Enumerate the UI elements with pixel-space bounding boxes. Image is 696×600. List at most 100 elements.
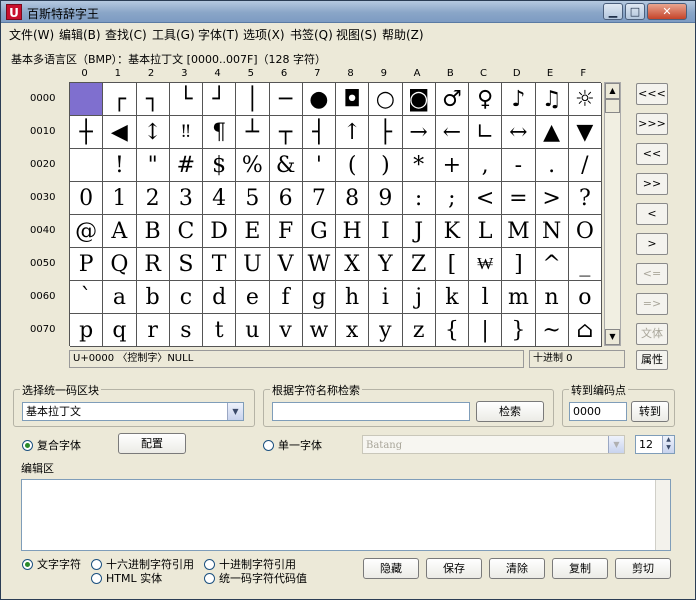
- char-cell[interactable]: T: [203, 248, 237, 281]
- cut-button[interactable]: 剪切: [615, 558, 671, 579]
- char-cell[interactable]: Y: [369, 248, 403, 281]
- search-button[interactable]: 检索: [476, 401, 544, 422]
- style-button[interactable]: 文体: [636, 323, 668, 345]
- edit-area-textarea[interactable]: [21, 479, 671, 551]
- spinner-arrows-icon[interactable]: ▲ ▼: [662, 436, 674, 453]
- char-cell[interactable]: →: [402, 116, 436, 149]
- char-cell[interactable]: =: [502, 182, 536, 215]
- menu-font[interactable]: 字体(T): [198, 26, 239, 43]
- char-cell[interactable]: ─: [269, 83, 303, 116]
- char-cell[interactable]: }: [502, 314, 536, 347]
- goto-button[interactable]: 转到: [631, 401, 669, 422]
- char-cell[interactable]: └: [169, 83, 203, 116]
- char-cell[interactable]: 5: [236, 182, 270, 215]
- char-cell[interactable]: W: [302, 248, 336, 281]
- menu-edit[interactable]: 编辑(B): [59, 26, 101, 43]
- menu-tools[interactable]: 工具(G): [152, 26, 195, 43]
- char-cell[interactable]: 8: [336, 182, 370, 215]
- char-cell[interactable]: ₩: [469, 248, 503, 281]
- char-cell[interactable]: $: [203, 149, 237, 182]
- page-first-button[interactable]: <<<: [636, 83, 668, 105]
- char-cell[interactable]: 9: [369, 182, 403, 215]
- config-button[interactable]: 配置: [118, 433, 186, 454]
- mode-text-chars-radio[interactable]: 文字字符: [22, 556, 81, 572]
- char-cell[interactable]: v: [269, 314, 303, 347]
- char-cell[interactable]: H: [336, 215, 370, 248]
- char-cell[interactable]: *: [402, 149, 436, 182]
- char-cell[interactable]: S: [169, 248, 203, 281]
- char-cell[interactable]: >: [535, 182, 569, 215]
- char-cell[interactable]: ,: [469, 149, 503, 182]
- block-prev-button[interactable]: <<: [636, 143, 668, 165]
- char-cell[interactable]: R: [136, 248, 170, 281]
- char-cell[interactable]: [70, 83, 104, 116]
- char-cell[interactable]: ¶: [203, 116, 237, 149]
- char-cell[interactable]: z: [402, 314, 436, 347]
- char-cell[interactable]: a: [103, 281, 137, 314]
- char-cell[interactable]: ^: [535, 248, 569, 281]
- grid-scrollbar[interactable]: ▲ ▼: [604, 82, 621, 346]
- char-cell[interactable]: q: [103, 314, 137, 347]
- char-cell[interactable]: M: [502, 215, 536, 248]
- char-cell[interactable]: h: [336, 281, 370, 314]
- font-select[interactable]: Batang ▼: [362, 435, 625, 454]
- char-cell[interactable]: F: [269, 215, 303, 248]
- char-cell[interactable]: ‼: [169, 116, 203, 149]
- char-cell[interactable]: ┌: [103, 83, 137, 116]
- char-cell[interactable]: E: [236, 215, 270, 248]
- char-cell[interactable]: ": [136, 149, 170, 182]
- char-cell[interactable]: │: [236, 83, 270, 116]
- char-cell[interactable]: p: [70, 314, 104, 347]
- scroll-up-icon[interactable]: ▲: [605, 83, 620, 99]
- char-cell[interactable]: ): [369, 149, 403, 182]
- char-cell[interactable]: X: [336, 248, 370, 281]
- mode-codepoint-radio[interactable]: 统一码字符代码值: [204, 570, 307, 586]
- char-cell[interactable]: m: [502, 281, 536, 314]
- char-cell[interactable]: x: [336, 314, 370, 347]
- clear-button[interactable]: 清除: [489, 558, 545, 579]
- char-cell[interactable]: ♀: [469, 83, 503, 116]
- menu-help[interactable]: 帮助(Z): [382, 26, 424, 43]
- menu-bookmarks[interactable]: 书签(Q): [290, 26, 333, 43]
- char-cell[interactable]: &: [269, 149, 303, 182]
- char-cell[interactable]: o: [568, 281, 602, 314]
- char-cell[interactable]: s: [169, 314, 203, 347]
- char-cell[interactable]: ←: [435, 116, 469, 149]
- composite-font-radio[interactable]: 复合字体: [22, 437, 81, 453]
- scroll-thumb[interactable]: [605, 99, 620, 113]
- char-cell[interactable]: ┼: [70, 116, 104, 149]
- char-cell[interactable]: k: [435, 281, 469, 314]
- char-cell[interactable]: ├: [369, 116, 403, 149]
- menu-options[interactable]: 选项(X): [243, 26, 285, 43]
- char-cell[interactable]: ●: [302, 83, 336, 116]
- save-button[interactable]: 保存: [426, 558, 482, 579]
- char-cell[interactable]: .: [535, 149, 569, 182]
- chevron-down-icon[interactable]: ▼: [227, 403, 243, 420]
- page-last-button[interactable]: >>>: [636, 113, 668, 135]
- hide-button[interactable]: 隐藏: [363, 558, 419, 579]
- char-cell[interactable]: Z: [402, 248, 436, 281]
- char-cell[interactable]: 0: [70, 182, 104, 215]
- chevron-down-icon[interactable]: ▼: [608, 436, 624, 453]
- char-cell[interactable]: I: [369, 215, 403, 248]
- char-cell[interactable]: ♫: [535, 83, 569, 116]
- char-cell[interactable]: ↕: [136, 116, 170, 149]
- char-cell[interactable]: ◘: [336, 83, 370, 116]
- char-cell[interactable]: G: [302, 215, 336, 248]
- char-cell[interactable]: ⌂: [568, 314, 602, 347]
- history-forward-button[interactable]: =>: [636, 293, 668, 315]
- search-input[interactable]: [272, 402, 470, 421]
- char-cell[interactable]: ◀: [103, 116, 137, 149]
- single-font-radio[interactable]: 单一字体: [263, 437, 322, 453]
- char-cell[interactable]: {: [435, 314, 469, 347]
- row-next-button[interactable]: >: [636, 233, 668, 255]
- char-cell[interactable]: l: [469, 281, 503, 314]
- char-cell[interactable]: #: [169, 149, 203, 182]
- char-cell[interactable]: ↑: [336, 116, 370, 149]
- menu-find[interactable]: 查找(C): [105, 26, 147, 43]
- char-cell[interactable]: K: [435, 215, 469, 248]
- char-cell[interactable]: `: [70, 281, 104, 314]
- title-bar[interactable]: U 百斯特辞字王 ▁ □ ✕: [1, 1, 695, 23]
- mode-html-entity-radio[interactable]: HTML 实体: [91, 570, 162, 586]
- unicode-block-select[interactable]: 基本拉丁文 ▼: [22, 402, 244, 421]
